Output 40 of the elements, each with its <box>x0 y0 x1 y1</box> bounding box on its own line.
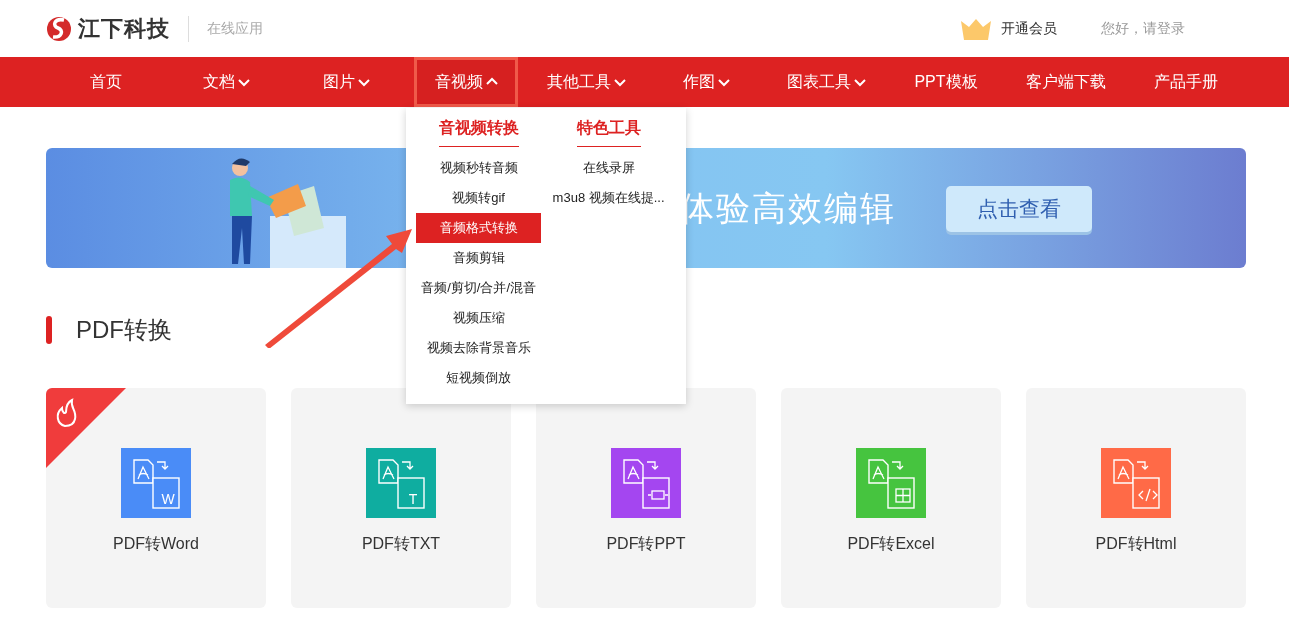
nav-item[interactable]: 图表工具 <box>766 57 886 107</box>
tool-card[interactable]: W PDF转Word <box>46 388 266 608</box>
nav-item[interactable]: 文档 <box>166 57 286 107</box>
view-button[interactable]: 点击查看 <box>946 186 1092 232</box>
tool-card[interactable]: PDF转Html <box>1026 388 1246 608</box>
menu-item[interactable]: 视频转gif <box>416 183 542 213</box>
nav-item[interactable]: 图片 <box>286 57 406 107</box>
card-label: PDF转Word <box>113 534 199 554</box>
brand-name[interactable]: 江下科技 <box>78 13 170 44</box>
menu-heading: 特色工具 <box>576 108 641 147</box>
app-subtitle: 在线应用 <box>207 19 263 38</box>
tool-card[interactable]: T PDF转TXT <box>291 388 511 608</box>
card-label: PDF转TXT <box>361 534 441 554</box>
nav-item[interactable]: 音视频 <box>414 57 518 107</box>
card-label: PDF转PPT <box>606 534 686 554</box>
card-label: PDF转Html <box>1095 534 1177 554</box>
card-label: PDF转Excel <box>847 534 935 554</box>
nav-item[interactable]: 客户端下载 <box>1006 57 1126 107</box>
menu-item[interactable]: 在线录屏 <box>541 153 676 183</box>
menu-heading: 音视频转换 <box>438 108 519 147</box>
menu-item[interactable]: 视频去除背景音乐 <box>416 333 542 363</box>
menu-item[interactable]: 视频秒转音频 <box>416 153 542 183</box>
nav-item[interactable]: 作图 <box>646 57 766 107</box>
menu-item[interactable]: m3u8 视频在线提... <box>541 183 676 213</box>
menu-item[interactable]: 音频格式转换 <box>416 213 542 243</box>
menu-item[interactable]: 音频/剪切/合并/混音 <box>416 273 542 303</box>
pdf-convert-icon: T <box>366 448 436 518</box>
nav-item[interactable]: 其他工具 <box>526 57 646 107</box>
menu-item[interactable]: 视频压缩 <box>416 303 542 333</box>
tool-card[interactable]: PDF转Excel <box>781 388 1001 608</box>
menu-item[interactable]: 音频剪辑 <box>416 243 542 273</box>
nav-item[interactable]: PPT模板 <box>886 57 1006 107</box>
hot-flame-corner-icon <box>46 388 126 468</box>
tool-card[interactable]: PDF转PPT <box>536 388 756 608</box>
pdf-convert-icon: W <box>121 448 191 518</box>
nav-item[interactable]: 首页 <box>46 57 166 107</box>
section-title: PDF转换 <box>76 315 172 345</box>
vip-link[interactable]: 开通会员 <box>1001 19 1057 38</box>
nav-item[interactable]: 产品手册 <box>1126 57 1246 107</box>
section-marker <box>46 316 52 344</box>
